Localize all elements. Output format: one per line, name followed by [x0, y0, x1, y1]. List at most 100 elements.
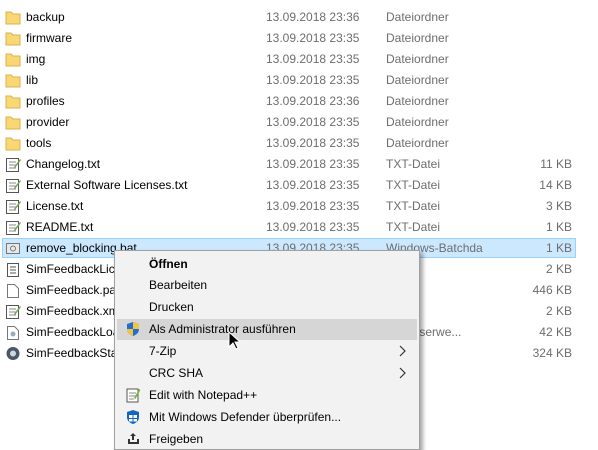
document-file-icon	[5, 262, 21, 277]
file-date: 13.09.2018 23:36	[266, 94, 360, 108]
menu-item-run-as-admin[interactable]: Als Administrator ausführen	[117, 319, 417, 340]
notepad-file-icon	[5, 220, 21, 235]
chevron-right-icon	[397, 367, 407, 379]
file-name: SimFeedback.pa	[26, 283, 117, 297]
notepad-file-icon	[5, 304, 21, 319]
notepad-file-icon	[5, 199, 21, 214]
file-name: SimFeedbackLoa	[26, 325, 120, 339]
file-size: 446 KB	[532, 283, 572, 297]
blank-file-icon	[5, 283, 21, 298]
context-menu: Öffnen Bearbeiten Drucken Als Administra…	[114, 250, 420, 450]
file-date: 13.09.2018 23:36	[266, 10, 360, 24]
file-date: 13.09.2018 23:35	[266, 115, 360, 129]
file-date: 13.09.2018 23:35	[266, 31, 360, 45]
share-icon	[125, 431, 141, 447]
file-name: provider	[26, 115, 70, 129]
menu-item-windows-defender[interactable]: Mit Windows Defender überprüfen...	[117, 407, 417, 428]
file-name: README.txt	[26, 220, 94, 234]
batch-file-icon	[5, 241, 21, 256]
file-name: SimFeedback.xm	[26, 304, 119, 318]
file-type: Dateiordner	[386, 115, 449, 129]
file-date: 13.09.2018 23:35	[266, 157, 360, 171]
notepad-plus-icon	[125, 387, 141, 403]
file-size: 1 KB	[545, 241, 572, 255]
chevron-right-icon	[397, 345, 407, 357]
file-name: License.txt	[26, 199, 84, 213]
file-name: img	[26, 52, 46, 66]
file-name: SimFeedbackLicer	[26, 262, 126, 276]
file-row[interactable]: firmware 13.09.2018 23:35 Dateiordner	[0, 28, 598, 49]
menu-item-print[interactable]: Drucken	[117, 297, 417, 318]
file-row[interactable]: tools 13.09.2018 23:35 Dateiordner	[0, 133, 598, 154]
file-row[interactable]: profiles 13.09.2018 23:36 Dateiordner	[0, 91, 598, 112]
file-name: tools	[26, 136, 52, 150]
file-row[interactable]: provider 13.09.2018 23:35 Dateiordner	[0, 112, 598, 133]
file-name: External Software Licenses.txt	[26, 178, 188, 192]
file-size: 14 KB	[539, 178, 572, 192]
file-size: 42 KB	[539, 325, 572, 339]
file-date: 13.09.2018 23:35	[266, 73, 360, 87]
file-row[interactable]: README.txt 13.09.2018 23:35 TXT-Datei 1 …	[0, 217, 598, 238]
menu-item-edit[interactable]: Bearbeiten	[117, 275, 417, 296]
folder-icon	[5, 10, 21, 25]
menu-item-label: Drucken	[149, 300, 194, 314]
file-date: 13.09.2018 23:35	[266, 178, 360, 192]
folder-icon	[5, 73, 21, 88]
file-row[interactable]: Changelog.txt 13.09.2018 23:35 TXT-Datei…	[0, 154, 598, 175]
file-size: 11 KB	[540, 157, 572, 171]
file-size: 1 KB	[545, 220, 572, 234]
menu-item-label: Bearbeiten	[149, 278, 208, 292]
menu-item-crc-sha[interactable]: CRC SHA	[117, 363, 417, 384]
file-row[interactable]: External Software Licenses.txt 13.09.201…	[0, 175, 598, 196]
menu-item-7zip[interactable]: 7-Zip	[117, 341, 417, 362]
file-row[interactable]: backup 13.09.2018 23:36 Dateiordner	[0, 7, 598, 28]
windows-defender-icon	[125, 409, 141, 425]
file-row[interactable]: License.txt 13.09.2018 23:35 TXT-Datei 3…	[0, 196, 598, 217]
app-gear-icon	[5, 346, 21, 361]
menu-item-share[interactable]: Freigeben	[117, 429, 417, 450]
file-type: TXT-Datei	[386, 220, 441, 234]
file-name: lib	[26, 73, 39, 87]
mouse-cursor-icon	[228, 330, 242, 351]
file-name: firmware	[26, 31, 73, 45]
file-date: 13.09.2018 23:35	[266, 52, 360, 66]
menu-item-notepad-plus[interactable]: Edit with Notepad++	[117, 385, 417, 406]
file-row[interactable]: img 13.09.2018 23:35 Dateiordner	[0, 49, 598, 70]
folder-icon	[5, 136, 21, 151]
config-file-icon	[5, 325, 21, 340]
file-date: 13.09.2018 23:35	[266, 199, 360, 213]
file-date: 13.09.2018 23:35	[266, 220, 360, 234]
menu-item-label: 7-Zip	[149, 344, 177, 358]
file-type: Dateiordner	[386, 52, 449, 66]
folder-icon	[5, 31, 21, 46]
menu-item-label: Öffnen	[149, 257, 188, 271]
menu-item-label: CRC SHA	[149, 366, 204, 380]
notepad-file-icon	[5, 157, 21, 172]
menu-item-open[interactable]: Öffnen	[117, 254, 417, 275]
menu-item-label: Freigeben	[149, 432, 204, 446]
file-type: TXT-Datei	[386, 157, 441, 171]
file-size: 3 KB	[545, 199, 572, 213]
file-type: Dateiordner	[386, 10, 449, 24]
file-type: Dateiordner	[386, 94, 449, 108]
menu-item-label: Edit with Notepad++	[149, 388, 258, 402]
file-date: 13.09.2018 23:35	[266, 136, 360, 150]
file-name: profiles	[26, 94, 65, 108]
uac-shield-icon	[125, 321, 141, 337]
folder-icon	[5, 115, 21, 130]
notepad-file-icon	[5, 178, 21, 193]
file-name: backup	[26, 10, 65, 24]
file-name: Changelog.txt	[26, 157, 101, 171]
file-size: 2 KB	[545, 304, 572, 318]
file-type: Dateiordner	[386, 73, 449, 87]
menu-item-label: Mit Windows Defender überprüfen...	[149, 410, 342, 424]
file-size: 324 KB	[532, 346, 572, 360]
file-size: 2 KB	[545, 262, 572, 276]
folder-icon	[5, 52, 21, 67]
file-name: SimFeedbackSta	[26, 346, 118, 360]
folder-icon	[5, 94, 21, 109]
menu-item-label: Als Administrator ausführen	[149, 322, 296, 336]
file-type: TXT-Datei	[386, 178, 441, 192]
file-row[interactable]: lib 13.09.2018 23:35 Dateiordner	[0, 70, 598, 91]
file-type: Dateiordner	[386, 136, 449, 150]
